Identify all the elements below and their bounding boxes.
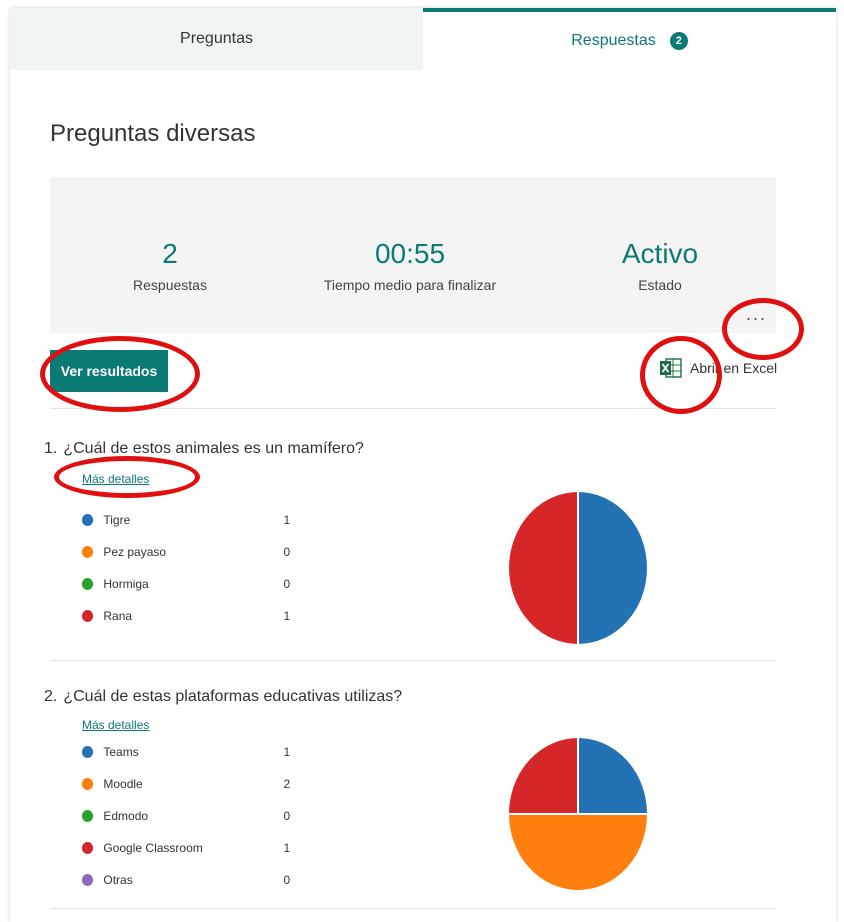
stat-responses-label: Respuestas	[133, 277, 207, 293]
divider	[50, 908, 776, 909]
legend-item: Teams 1	[82, 736, 312, 768]
question-2-pie-chart	[506, 736, 650, 892]
question-2-legend: Teams 1 Moodle 2 Edmodo 0 Google Classro…	[82, 736, 312, 896]
legend-count: 1	[283, 745, 291, 759]
view-results-button[interactable]: Ver resultados	[50, 350, 168, 392]
legend-item: Otras 0	[82, 864, 312, 896]
tab-respuestas-label: Respuestas	[571, 32, 656, 49]
legend-item: Rana 1	[82, 600, 312, 632]
question-2-details-link[interactable]: Más detalles	[82, 718, 149, 732]
legend-dot	[82, 778, 94, 790]
question-2-number: 2.	[44, 688, 58, 705]
divider	[50, 660, 776, 661]
stat-responses: 2 Respuestas	[110, 237, 230, 293]
legend-count: 0	[283, 809, 291, 823]
legend-dot	[82, 578, 94, 590]
legend-dot	[82, 746, 94, 758]
form-title: Preguntas diversas	[50, 120, 256, 147]
legend-dot	[82, 874, 94, 886]
legend-count: 2	[283, 777, 291, 791]
stat-avg-time-label: Tiempo medio para finalizar	[323, 277, 497, 293]
legend-count: 0	[283, 577, 291, 591]
tab-preguntas[interactable]: Preguntas	[10, 8, 423, 70]
question-2-title: 2. ¿Cuál de estas plataformas educativas …	[44, 688, 402, 706]
legend-label: Hormiga	[103, 577, 149, 591]
legend-item: Hormiga 0	[82, 568, 312, 600]
legend-count: 1	[283, 609, 291, 623]
pie-slice-moodle	[506, 813, 650, 892]
legend-item: Moodle 2	[82, 768, 312, 800]
pie-slice-rana	[507, 490, 579, 646]
legend-count: 1	[283, 513, 291, 527]
legend-count: 1	[283, 841, 291, 855]
question-2-text: ¿Cuál de estas plataformas educativas ut…	[63, 688, 403, 705]
legend-label: Otras	[103, 873, 133, 887]
legend-dot	[82, 514, 94, 526]
legend-item: Tigre 1	[82, 504, 312, 536]
stat-avg-time: 00:55 Tiempo medio para finalizar	[290, 237, 530, 293]
stat-status-value: Activo	[621, 238, 699, 269]
legend-item: Pez payaso 0	[82, 536, 312, 568]
pie-slice-tigre	[577, 490, 649, 646]
summary-stats: 2 Respuestas 00:55 Tiempo medio para fin…	[50, 177, 776, 333]
legend-dot	[82, 546, 94, 558]
legend-label: Teams	[103, 745, 139, 759]
question-1-title: 1. ¿Cuál de estos animales es un mamífero…	[44, 440, 364, 458]
question-1-text: ¿Cuál de estos animales es un mamífero?	[63, 440, 364, 457]
legend-dot	[82, 810, 94, 822]
pie-slice-teams	[577, 736, 650, 815]
legend-dot	[82, 610, 94, 622]
divider	[50, 408, 776, 409]
legend-count: 0	[283, 545, 291, 559]
open-in-excel-link[interactable]: Abrir en Excel	[660, 358, 777, 378]
legend-label: Rana	[103, 609, 133, 623]
question-1-legend: Tigre 1 Pez payaso 0 Hormiga 0 Rana 1	[82, 504, 312, 632]
legend-label: Edmodo	[103, 809, 149, 823]
tab-preguntas-label: Preguntas	[180, 30, 253, 47]
legend-item: Google Classroom 1	[82, 832, 312, 864]
question-1-pie-chart	[507, 490, 649, 646]
open-in-excel-label: Abrir en Excel	[690, 360, 778, 376]
pie-slice-google-classroom	[506, 736, 579, 815]
legend-dot	[82, 842, 94, 854]
stat-avg-time-value: 00:55	[374, 238, 446, 269]
question-1-number: 1.	[44, 440, 58, 457]
more-options-button[interactable]: ...	[746, 304, 767, 325]
question-1-details-link[interactable]: Más detalles	[82, 472, 149, 486]
legend-label: Google Classroom	[103, 841, 203, 855]
legend-count: 0	[283, 873, 291, 887]
legend-item: Edmodo 0	[82, 800, 312, 832]
stat-responses-value: 2	[162, 238, 178, 269]
excel-icon	[660, 358, 682, 378]
legend-label: Moodle	[103, 777, 143, 791]
stat-status: Activo Estado	[590, 237, 730, 293]
legend-label: Pez payaso	[103, 545, 167, 559]
response-count-badge: 2	[669, 32, 688, 50]
legend-label: Tigre	[103, 513, 131, 527]
stat-status-label: Estado	[638, 277, 682, 293]
tab-bar: Preguntas Respuestas 2	[10, 8, 836, 70]
tab-respuestas[interactable]: Respuestas 2	[423, 8, 836, 70]
